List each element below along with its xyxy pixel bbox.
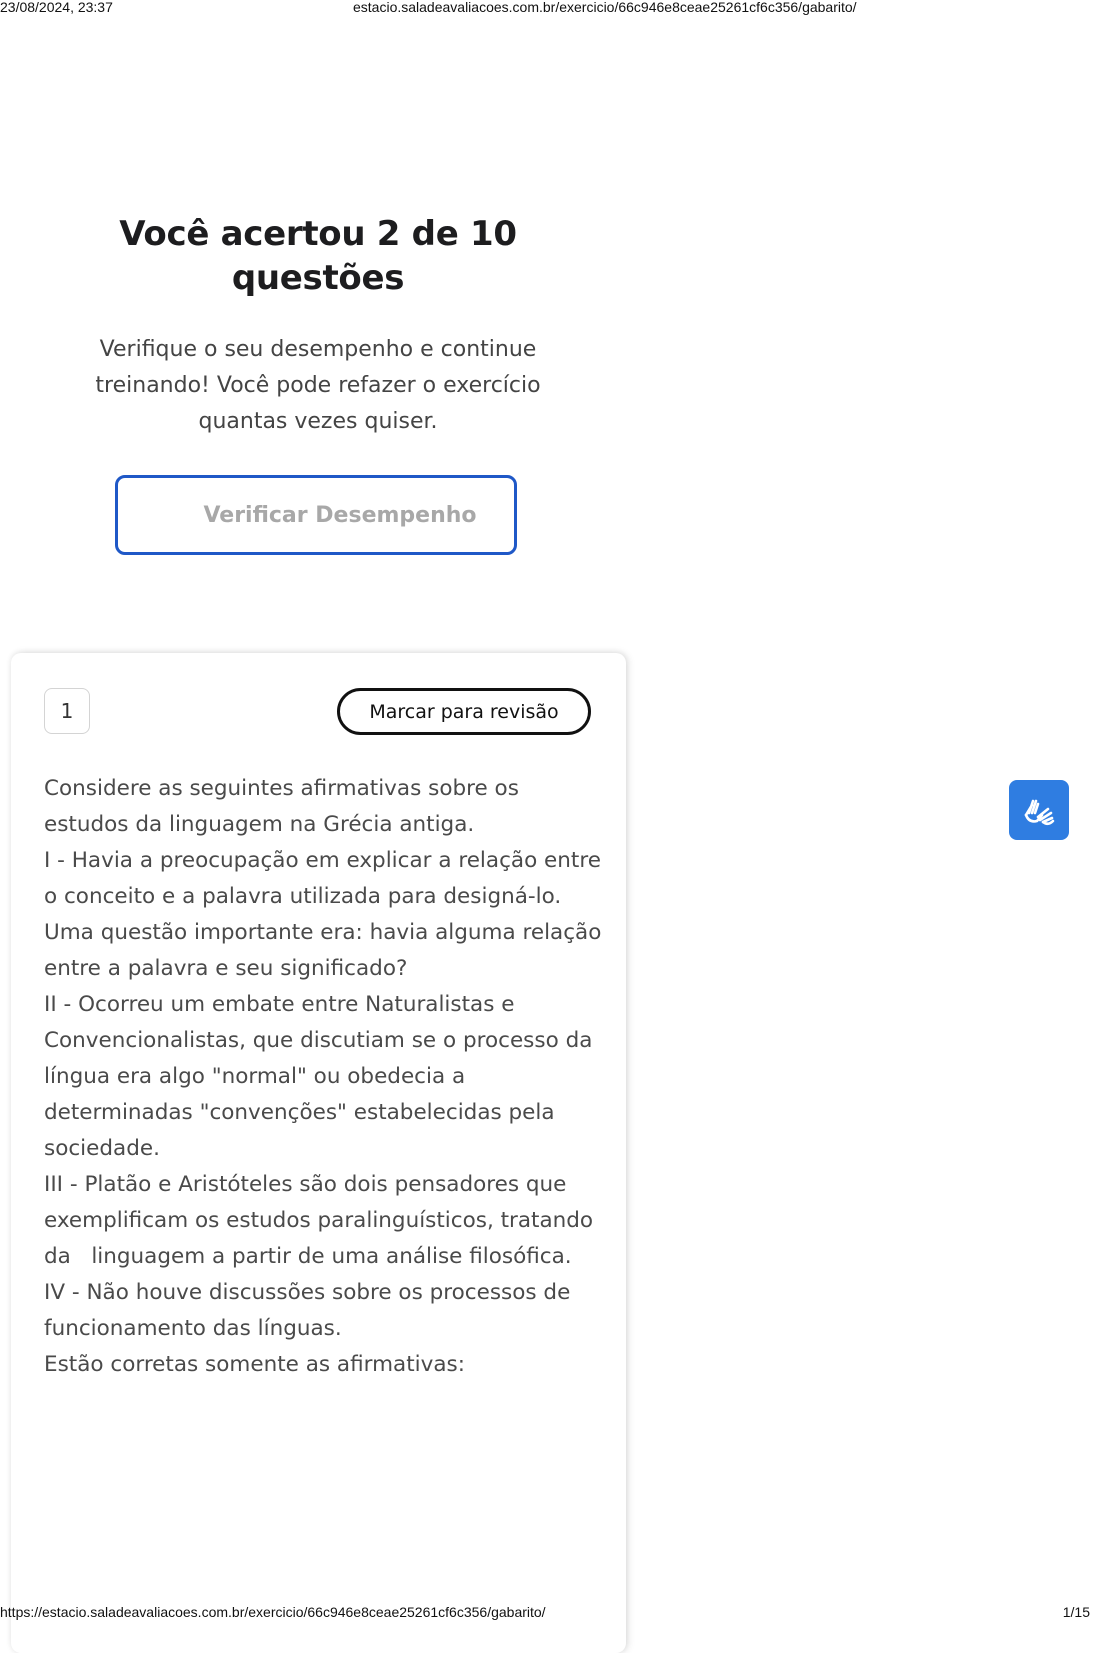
print-header-url: estacio.saladeavaliacoes.com.br/exercici…: [353, 0, 857, 15]
question-text: Considere as seguintes afirmativas sobre…: [44, 771, 604, 1383]
question-number: 1: [44, 688, 90, 734]
print-datetime: 23/08/2024, 23:37: [0, 0, 113, 15]
print-footer: https://estacio.saladeavaliacoes.com.br/…: [0, 1603, 1094, 1621]
verify-performance-button[interactable]: Verificar Desempenho: [115, 475, 517, 555]
question-paragraph: I - Havia a preocupação em explicar a re…: [44, 848, 609, 981]
sign-language-hands-icon: [1024, 799, 1055, 826]
result-subtitle: Verifique o seu desempenho e continue tr…: [95, 337, 541, 434]
question-paragraph: II - Ocorreu um embate entre Naturalista…: [44, 992, 600, 1161]
mark-for-review-button[interactable]: Marcar para revisão: [337, 688, 591, 735]
question-paragraph: III - Platão e Aristóteles são dois pens…: [44, 1172, 600, 1269]
print-footer-url: https://estacio.saladeavaliacoes.com.br/…: [0, 1604, 546, 1620]
page-count: 1/15: [1062, 1604, 1090, 1620]
question-paragraph: Considere as seguintes afirmativas sobre…: [44, 776, 526, 837]
question-paragraph: Estão corretas somente as afirmativas:: [44, 1352, 465, 1377]
question-paragraph: IV - Não houve discussões sobre os proce…: [44, 1280, 578, 1341]
print-header: 23/08/2024, 23:37 estacio.saladeavaliaco…: [0, 0, 1094, 16]
accessibility-button[interactable]: [1009, 780, 1069, 840]
result-title: Você acertou 2 de 10 questões: [119, 214, 517, 298]
result-summary: Você acertou 2 de 10 questões Verifique …: [78, 212, 558, 440]
question-card: 1 Marcar para revisão Considere as segui…: [11, 653, 626, 1653]
